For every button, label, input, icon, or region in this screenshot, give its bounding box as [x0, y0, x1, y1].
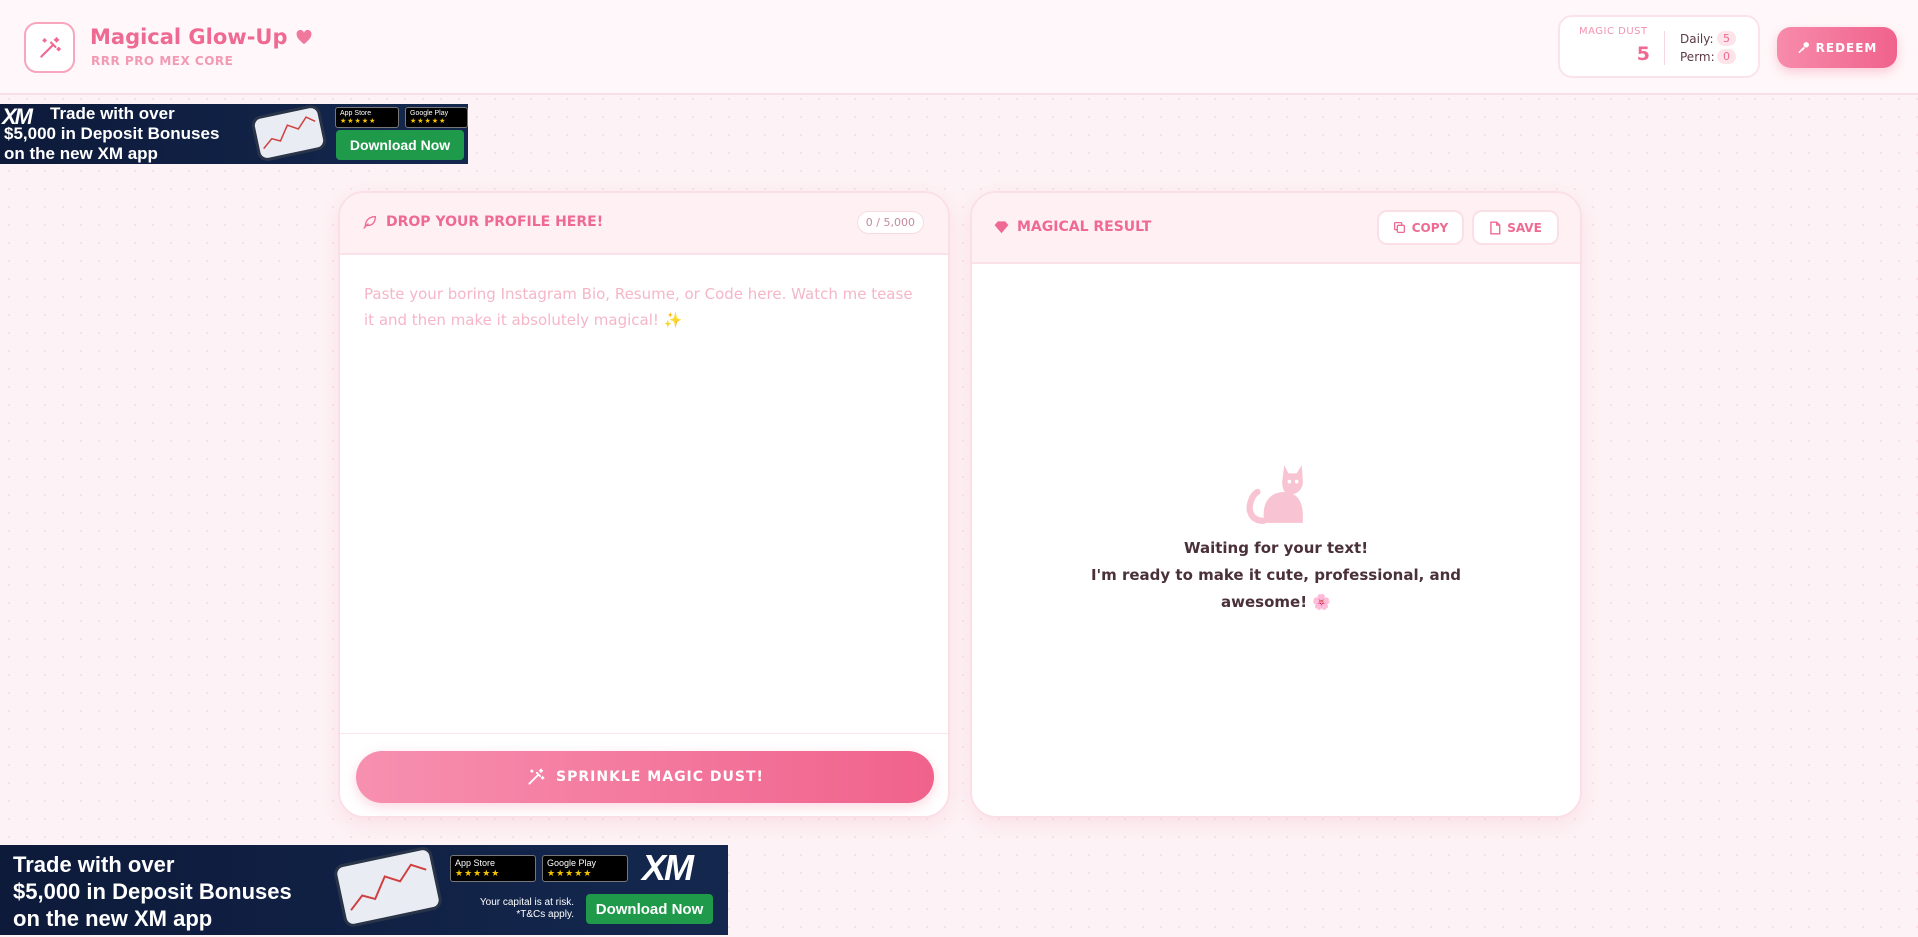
copy-button[interactable]: COPY: [1377, 210, 1464, 245]
xm-logo: XM: [642, 847, 694, 888]
ad-headline-3: on the new XM app: [4, 144, 158, 163]
chart-image: [350, 863, 427, 911]
google-play-badge: Google Play ★★★★★: [405, 107, 468, 128]
app-title-group: Magical Glow-Up: [90, 25, 312, 49]
character-counter: 0 / 5,000: [856, 211, 924, 234]
feather-icon: [363, 216, 376, 229]
cat-icon: [1246, 465, 1303, 524]
google-play-badge: Google Play ★★★★★: [542, 855, 628, 882]
input-panel-footer: SPRINKLE MAGIC DUST!: [340, 733, 948, 816]
input-panel-title: DROP YOUR PROFILE HERE!: [362, 214, 603, 230]
redeem-button[interactable]: REDEEM: [1777, 27, 1897, 68]
input-panel: DROP YOUR PROFILE HERE! 0 / 5,000 SPRINK…: [338, 191, 950, 818]
magic-wand-icon: [39, 36, 61, 58]
daily-label: Daily:: [1680, 31, 1714, 46]
ad-headline-3: on the new XM app: [13, 906, 213, 931]
download-now-button[interactable]: Download Now: [586, 894, 713, 924]
ad-headline-1: Trade with over: [50, 104, 175, 123]
perm-label: Perm:: [1680, 49, 1715, 64]
ad-headline-2: $5,000 in Deposit Bonuses: [13, 879, 292, 904]
file-icon: [1490, 220, 1501, 235]
ad-headline-2: $5,000 in Deposit Bonuses: [4, 124, 220, 143]
result-panel-header: MAGICAL RESULT COPY SAVE: [972, 193, 1580, 264]
perm-row: Perm: 0: [1680, 49, 1736, 64]
ad-headline-1: Trade with over: [13, 852, 175, 877]
magic-wand-icon: [528, 768, 545, 785]
magic-dust-label: MAGIC DUST: [1579, 26, 1648, 37]
phone-image: [332, 845, 444, 929]
chart-image: [263, 116, 316, 150]
result-panel: MAGICAL RESULT COPY SAVE Waiting for you…: [970, 191, 1582, 818]
empty-state-line-3: awesome! 🌸: [1221, 593, 1331, 611]
perm-value: 0: [1717, 49, 1736, 64]
app-store-badge: App Store ★★★★★: [335, 107, 399, 128]
app-store-badge: App Store ★★★★★: [450, 855, 536, 882]
ad-disclaimer-1: Your capital is at risk.: [479, 897, 574, 908]
copy-icon: [1393, 221, 1405, 234]
divider: [1664, 31, 1665, 65]
empty-state-line-2: I'm ready to make it cute, professional,…: [1090, 566, 1462, 584]
empty-state: Waiting for your text! I'm ready to make…: [972, 461, 1580, 616]
daily-value: 5: [1717, 31, 1736, 46]
gem-icon: [994, 221, 1009, 234]
app-header: Magical Glow-Up RRR PRO MEX CORE MAGIC D…: [0, 0, 1918, 95]
daily-row: Daily: 5: [1680, 31, 1736, 46]
top-banner-ad[interactable]: XM Trade with over $5,000 in Deposit Bon…: [0, 104, 468, 164]
input-panel-header: DROP YOUR PROFILE HERE! 0 / 5,000: [340, 193, 948, 255]
key-icon: [1798, 42, 1809, 53]
magic-dust-value: 5: [1636, 43, 1650, 65]
redeem-label: REDEEM: [1815, 40, 1878, 55]
result-panel-title: MAGICAL RESULT: [994, 219, 1151, 235]
app-logo[interactable]: [24, 22, 75, 73]
profile-text-input[interactable]: [342, 255, 946, 725]
sprinkle-magic-dust-button[interactable]: SPRINKLE MAGIC DUST!: [356, 751, 934, 803]
magic-dust-card: MAGIC DUST 5 Daily: 5 Perm: 0: [1558, 15, 1760, 78]
download-now-button[interactable]: Download Now: [336, 130, 464, 160]
app-subtitle: RRR PRO MEX CORE: [91, 54, 234, 68]
ad-disclaimer-2: *T&Cs apply.: [516, 909, 574, 920]
phone-image: [249, 104, 329, 163]
app-title: Magical Glow-Up: [90, 25, 288, 49]
empty-state-line-1: Waiting for your text!: [1183, 539, 1369, 557]
bottom-banner-ad[interactable]: Trade with over $5,000 in Deposit Bonuse…: [0, 845, 728, 935]
save-button[interactable]: SAVE: [1472, 210, 1559, 245]
heart-icon: [296, 29, 311, 44]
